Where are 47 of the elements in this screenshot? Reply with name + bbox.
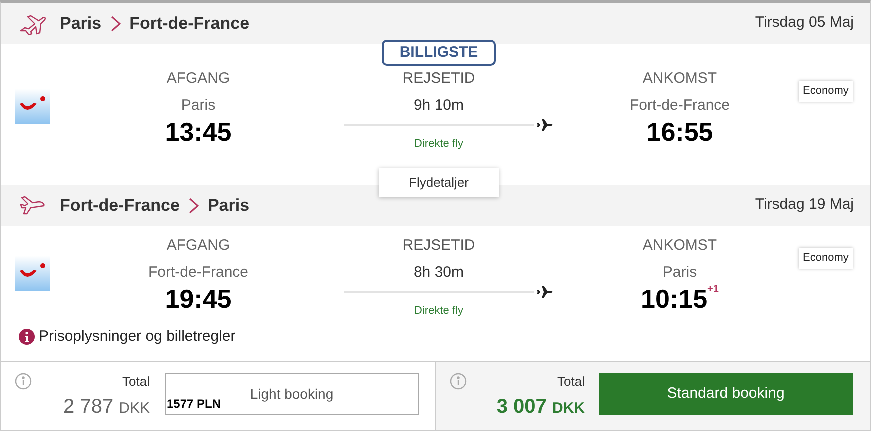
arrival-city: Fort-de-France: [630, 97, 730, 115]
info-icon[interactable]: [15, 373, 32, 390]
total-price: 2 787 DKK: [64, 394, 150, 420]
cabin-class-tag: Economy: [799, 248, 853, 268]
total-price: 3 007 DKK: [496, 394, 585, 420]
origin-city: Fort-de-France: [60, 194, 180, 217]
departure-city: Paris: [181, 97, 216, 115]
departure-time: 13:45: [165, 117, 232, 147]
airplane-icon: [537, 285, 553, 299]
cheapest-badge: BILLIGSTE: [382, 40, 496, 66]
departure-label: AFGANG: [166, 70, 230, 88]
duration: 8h 30m: [414, 264, 464, 282]
price-info-link[interactable]: Prisoplysninger og billetregler: [39, 326, 236, 348]
duration: 9h 10m: [414, 97, 464, 115]
chevron-right-icon: [188, 198, 199, 214]
arrival-label: ANKOMST: [642, 70, 718, 88]
duration-label: REJSETID: [402, 237, 476, 255]
flight-date: Tirsdag 05 Maj: [755, 13, 854, 34]
standard-booking-button[interactable]: Standard booking: [599, 373, 853, 415]
airplane-icon: [537, 118, 553, 132]
flight-details-button[interactable]: Flydetaljer: [379, 168, 499, 197]
flight-date: Tirsdag 19 Maj: [755, 195, 854, 216]
direct-flight-label: Direkte fly: [414, 304, 464, 319]
light-booking-button[interactable]: Light booking 1577 PLN: [165, 373, 419, 415]
day-offset: +1: [708, 284, 719, 296]
origin-city: Paris: [60, 12, 102, 35]
duration-label: REJSETID: [402, 70, 476, 88]
arrival-city: Paris: [662, 264, 698, 282]
airline-logo: [15, 89, 50, 124]
airline-logo: [15, 256, 50, 291]
departure-label: AFGANG: [166, 237, 230, 255]
airplane-icon: [19, 12, 47, 34]
total-label: Total: [122, 373, 150, 391]
arrival-label: ANKOMST: [642, 237, 718, 255]
departure-time: 19:45: [165, 284, 232, 314]
info-icon[interactable]: [450, 373, 467, 390]
direct-flight-label: Direkte fly: [414, 137, 464, 152]
arrival-time: 16:55: [646, 117, 714, 147]
destination-city: Fort-de-France: [130, 12, 250, 35]
cabin-class-tag: Economy: [799, 81, 853, 102]
departure-city: Fort-de-France: [148, 264, 249, 282]
chevron-right-icon: [110, 16, 121, 32]
destination-city: Paris: [208, 194, 250, 217]
info-icon: [19, 329, 35, 345]
airplane-icon: [19, 194, 47, 216]
total-label: Total: [558, 373, 585, 391]
arrival-time: 10:15: [641, 284, 708, 314]
